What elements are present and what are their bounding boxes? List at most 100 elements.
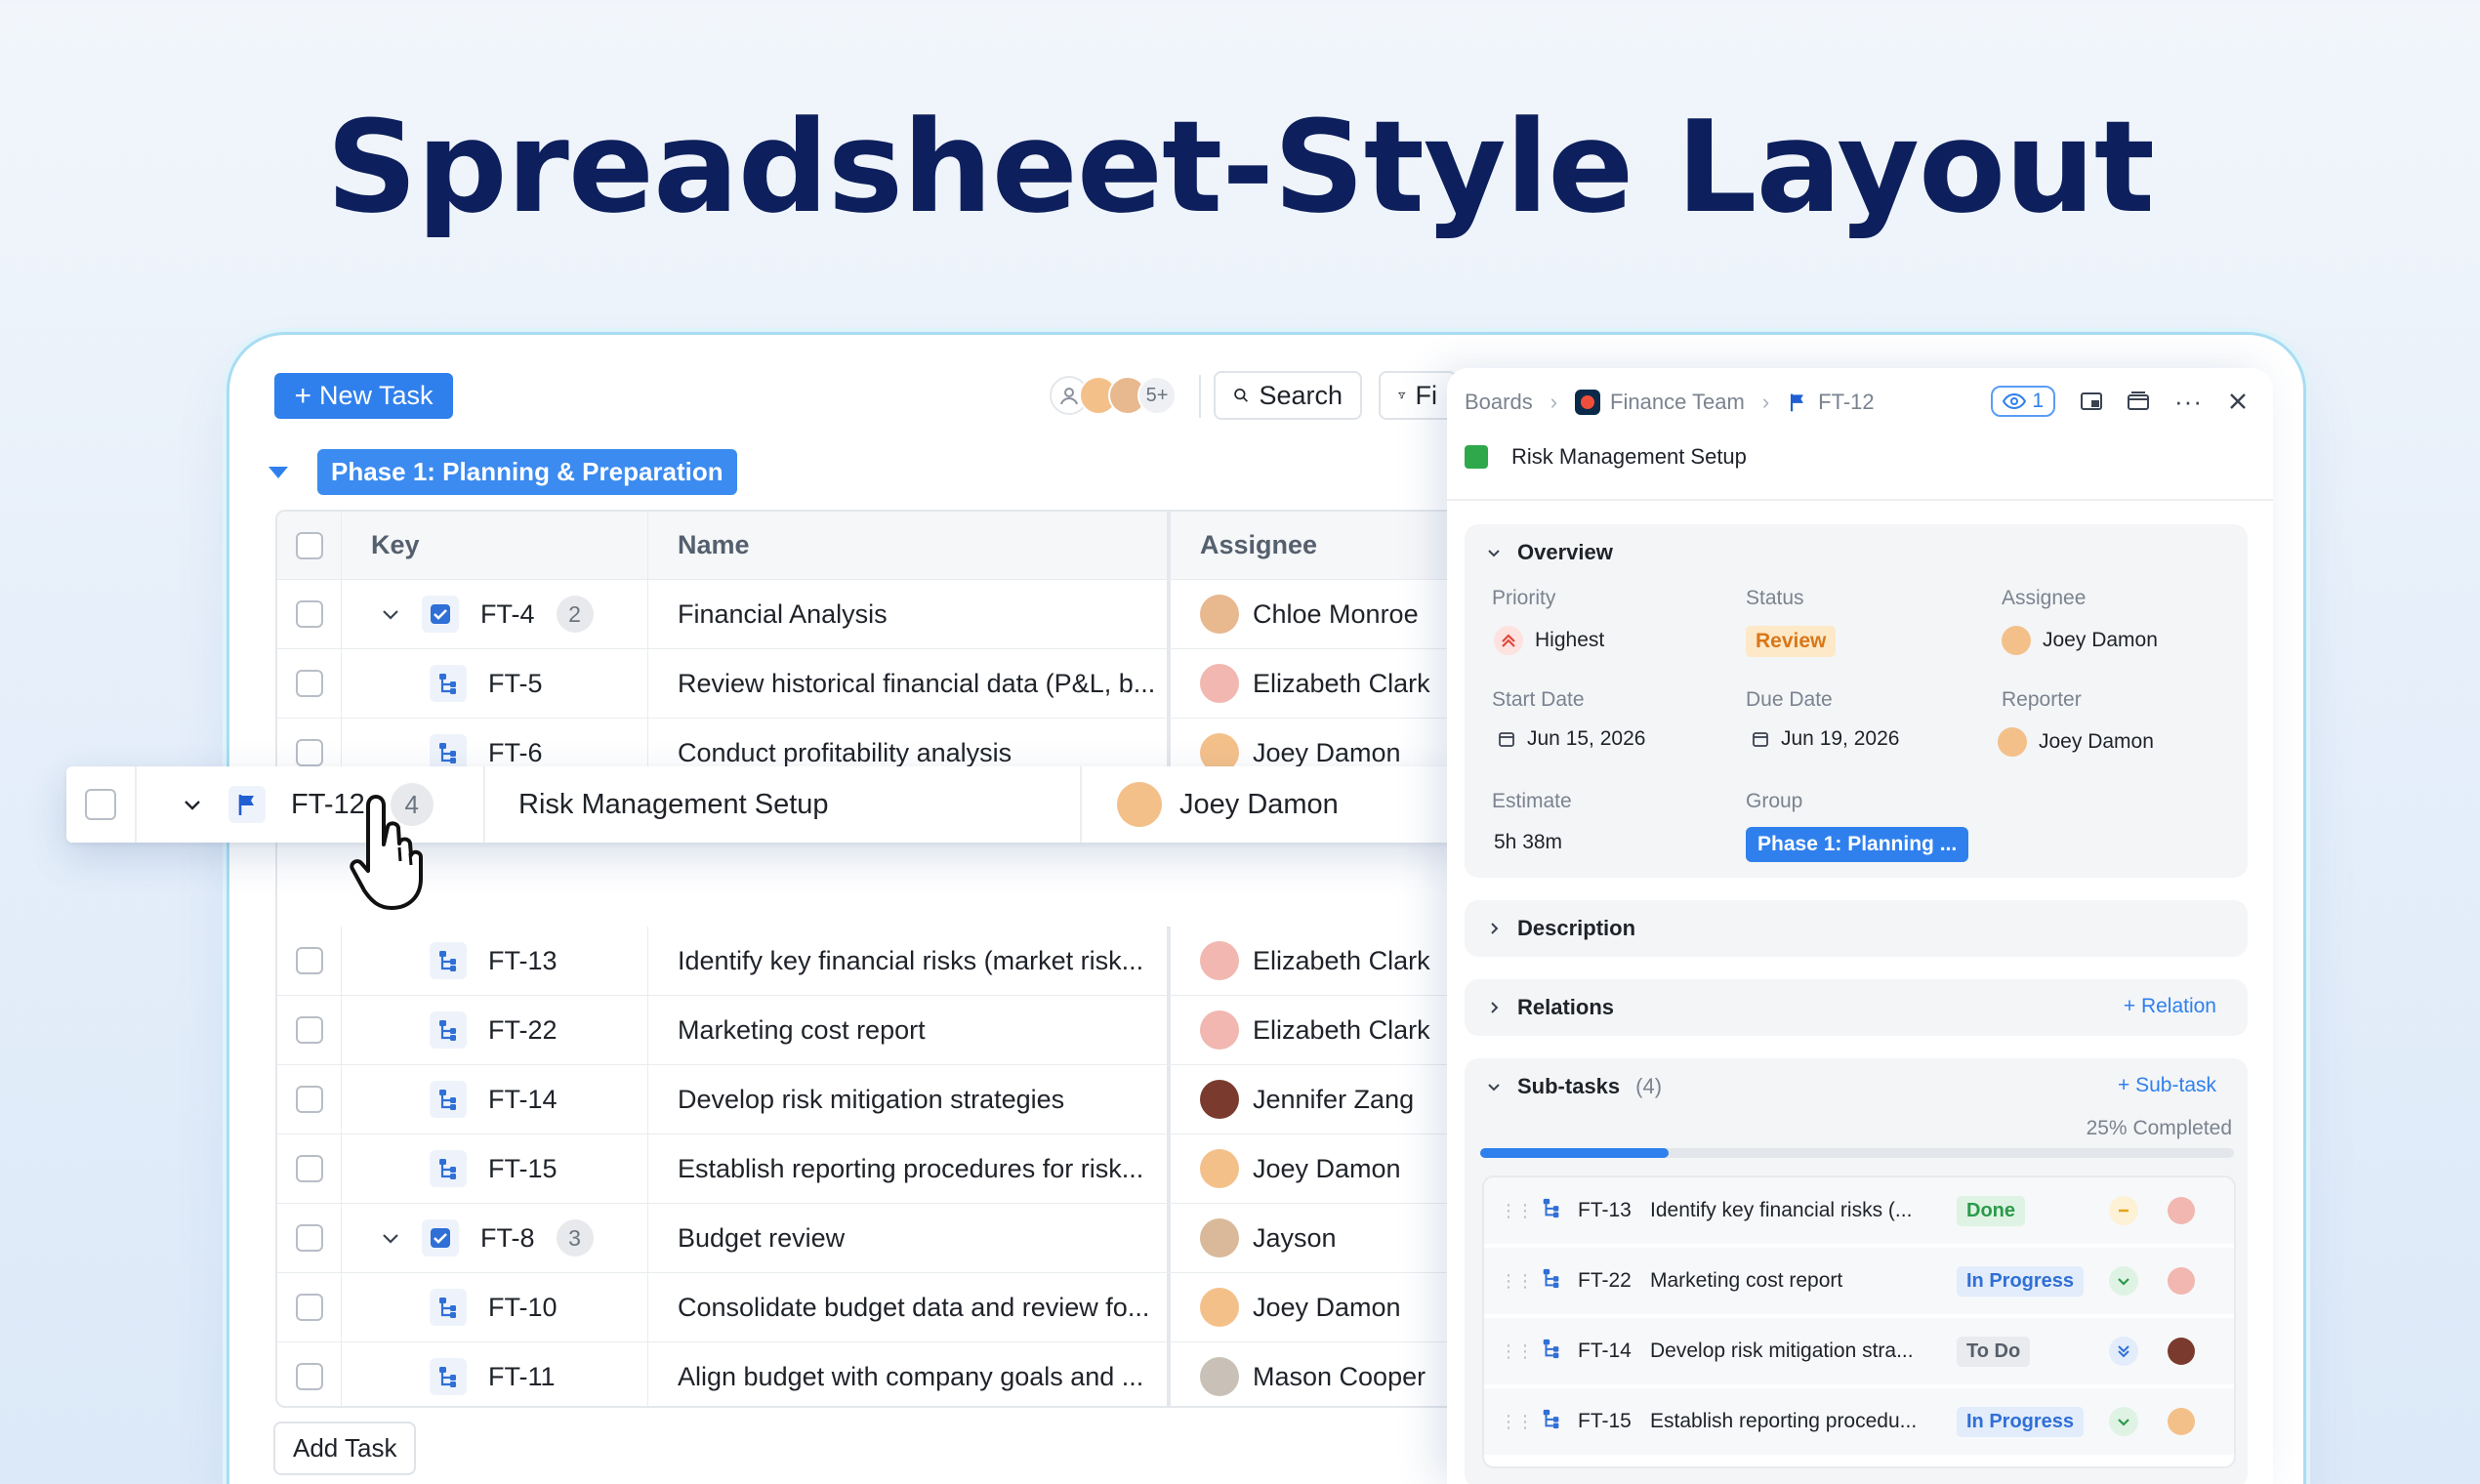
reporter-field[interactable]: Joey Damon bbox=[1998, 727, 2154, 757]
name-cell[interactable]: Identify key financial risks (market ris… bbox=[648, 927, 1171, 995]
due-date-field[interactable]: Jun 19, 2026 bbox=[1752, 727, 1899, 751]
overview-header[interactable]: Overview bbox=[1486, 540, 1613, 565]
drag-handle-icon[interactable]: ⋮⋮ bbox=[1500, 1271, 1534, 1292]
group-header[interactable]: Phase 1: Planning & Preparation bbox=[269, 449, 737, 495]
subtask-status-badge[interactable]: In Progress bbox=[1957, 1406, 2085, 1437]
add-relation-button[interactable]: + Relation bbox=[2124, 995, 2216, 1018]
table-row[interactable]: FT-15 Establish reporting procedures for… bbox=[277, 1134, 1447, 1204]
drag-handle-icon[interactable]: ⋮⋮ bbox=[1500, 1201, 1534, 1221]
chevron-down-icon[interactable] bbox=[182, 794, 203, 815]
filter-button[interactable]: Fi bbox=[1379, 371, 1457, 420]
key-text[interactable]: FT-6 bbox=[488, 738, 543, 768]
group-field[interactable]: Phase 1: Planning ... bbox=[1746, 827, 1969, 862]
subtask-row[interactable]: ⋮⋮ FT-14 Develop risk mitigation stra...… bbox=[1484, 1318, 2234, 1386]
subtask-name[interactable]: Identify key financial risks (... bbox=[1650, 1199, 1912, 1222]
name-cell[interactable]: Establish reporting procedures for risk.… bbox=[648, 1134, 1171, 1203]
add-subtask-button[interactable]: + Sub-task bbox=[2118, 1074, 2216, 1097]
row-checkbox[interactable] bbox=[295, 1086, 323, 1113]
priority-low-icon[interactable] bbox=[2109, 1266, 2138, 1296]
drag-handle-icon[interactable]: ⋮⋮ bbox=[1500, 1341, 1534, 1362]
breadcrumb-team[interactable]: Finance Team bbox=[1575, 390, 1745, 415]
table-row[interactable]: FT-11 Align budget with company goals an… bbox=[277, 1342, 1447, 1406]
key-text[interactable]: FT-13 bbox=[488, 946, 558, 976]
assignee-cell[interactable]: Elizabeth Clark bbox=[1171, 996, 1447, 1064]
name-cell[interactable]: Marketing cost report bbox=[648, 996, 1171, 1064]
priority-low-icon[interactable] bbox=[2109, 1407, 2138, 1436]
select-all-checkbox[interactable] bbox=[295, 531, 323, 559]
key-text[interactable]: FT-11 bbox=[488, 1362, 556, 1392]
start-date-field[interactable]: Jun 15, 2026 bbox=[1498, 727, 1645, 751]
table-row[interactable]: FT-14 Develop risk mitigation strategies… bbox=[277, 1065, 1447, 1134]
priority-medium-icon[interactable] bbox=[2109, 1196, 2138, 1225]
column-header-key[interactable]: Key bbox=[342, 512, 648, 579]
subtask-name[interactable]: Develop risk mitigation stra... bbox=[1650, 1340, 1914, 1363]
assignee-cell[interactable]: Jennifer Zang bbox=[1171, 1065, 1447, 1134]
name-cell[interactable]: Financial Analysis bbox=[648, 580, 1171, 648]
assignee-cell[interactable]: Elizabeth Clark bbox=[1171, 649, 1447, 718]
name-cell[interactable]: Budget review bbox=[648, 1204, 1171, 1272]
subtask-key[interactable]: FT-22 bbox=[1578, 1269, 1632, 1293]
side-panel-icon[interactable] bbox=[2081, 392, 2103, 411]
row-checkbox[interactable] bbox=[295, 670, 323, 697]
subtasks-header[interactable]: Sub-tasks (4) bbox=[1486, 1074, 1662, 1099]
priority-field[interactable]: Highest bbox=[1494, 626, 1604, 655]
panel-title-text[interactable]: Risk Management Setup bbox=[1511, 444, 1747, 470]
name-cell[interactable]: Develop risk mitigation strategies bbox=[648, 1065, 1171, 1134]
more-icon[interactable]: ··· bbox=[2174, 387, 2203, 417]
avatar[interactable] bbox=[2168, 1197, 2195, 1224]
name-cell[interactable]: Consolidate budget data and review fo... bbox=[648, 1273, 1171, 1341]
row-checkbox[interactable] bbox=[295, 1224, 323, 1252]
chevron-down-icon[interactable] bbox=[381, 604, 400, 624]
subtask-key[interactable]: FT-13 bbox=[1578, 1199, 1632, 1222]
breadcrumb-boards[interactable]: Boards bbox=[1465, 390, 1533, 415]
avatar[interactable] bbox=[2168, 1267, 2195, 1295]
subtask-key[interactable]: FT-14 bbox=[1578, 1340, 1632, 1363]
subtask-key[interactable]: FT-15 bbox=[1578, 1410, 1632, 1433]
close-icon[interactable] bbox=[2228, 392, 2248, 411]
table-row[interactable]: FT-10 Consolidate budget data and review… bbox=[277, 1273, 1447, 1342]
drag-handle-icon[interactable]: ⋮⋮ bbox=[1500, 1412, 1534, 1432]
table-row[interactable]: FT-8 3 Budget review Jayson bbox=[277, 1204, 1447, 1273]
subtask-status-badge[interactable]: Done bbox=[1957, 1195, 2025, 1226]
avatar[interactable] bbox=[2168, 1408, 2195, 1435]
column-header-name[interactable]: Name bbox=[648, 512, 1171, 579]
estimate-field[interactable]: 5h 38m bbox=[1494, 831, 1562, 854]
window-icon[interactable] bbox=[2128, 392, 2150, 411]
collapse-caret-icon[interactable] bbox=[269, 466, 288, 478]
subtask-status-badge[interactable]: To Do bbox=[1957, 1336, 2031, 1367]
key-text[interactable]: FT-8 bbox=[480, 1223, 535, 1254]
key-text[interactable]: FT-22 bbox=[488, 1015, 558, 1046]
search-button[interactable]: Search bbox=[1214, 371, 1362, 420]
subtask-row[interactable]: ⋮⋮ FT-22 Marketing cost report In Progre… bbox=[1484, 1248, 2234, 1316]
member-avatars[interactable]: 5+ bbox=[1050, 376, 1177, 417]
key-text[interactable]: FT-10 bbox=[488, 1293, 558, 1323]
key-text[interactable]: FT-4 bbox=[480, 599, 535, 630]
table-row[interactable]: FT-22 Marketing cost report Elizabeth Cl… bbox=[277, 996, 1447, 1065]
priority-lowest-icon[interactable] bbox=[2109, 1337, 2138, 1366]
row-checkbox[interactable] bbox=[295, 947, 323, 974]
table-row[interactable]: FT-13 Identify key financial risks (mark… bbox=[277, 927, 1447, 996]
key-text[interactable]: FT-15 bbox=[488, 1154, 558, 1184]
breadcrumb-issue[interactable]: FT-12 bbox=[1787, 390, 1875, 415]
chevron-down-icon[interactable] bbox=[381, 1228, 400, 1248]
relations-card[interactable]: Relations + Relation bbox=[1465, 979, 2248, 1036]
row-checkbox[interactable] bbox=[85, 789, 116, 820]
watch-button[interactable]: 1 bbox=[1991, 386, 2056, 417]
assignee-cell[interactable]: Elizabeth Clark bbox=[1171, 927, 1447, 995]
description-card[interactable]: Description bbox=[1465, 900, 2248, 957]
row-checkbox[interactable] bbox=[295, 600, 323, 628]
status-field[interactable]: Review bbox=[1746, 626, 1837, 657]
subtask-status-badge[interactable]: In Progress bbox=[1957, 1265, 2085, 1297]
subtask-name[interactable]: Marketing cost report bbox=[1650, 1269, 1842, 1293]
assignee-cell[interactable]: Joey Damon bbox=[1171, 1134, 1447, 1203]
name-cell[interactable]: Align budget with company goals and ... bbox=[648, 1342, 1171, 1406]
name-cell[interactable]: Review historical financial data (P&L, b… bbox=[648, 649, 1171, 718]
dragged-row[interactable]: FT-12 4 Risk Management Setup Joey Damon bbox=[66, 766, 1463, 843]
subtask-row[interactable]: ⋮⋮ FT-13 Identify key financial risks (.… bbox=[1484, 1177, 2234, 1246]
row-checkbox[interactable] bbox=[295, 1363, 323, 1390]
avatar[interactable] bbox=[2168, 1338, 2195, 1365]
key-text[interactable]: FT-5 bbox=[488, 669, 543, 699]
new-task-button[interactable]: + New Task bbox=[274, 373, 453, 419]
row-checkbox[interactable] bbox=[295, 1016, 323, 1044]
add-task-button[interactable]: Add Task bbox=[273, 1422, 417, 1475]
